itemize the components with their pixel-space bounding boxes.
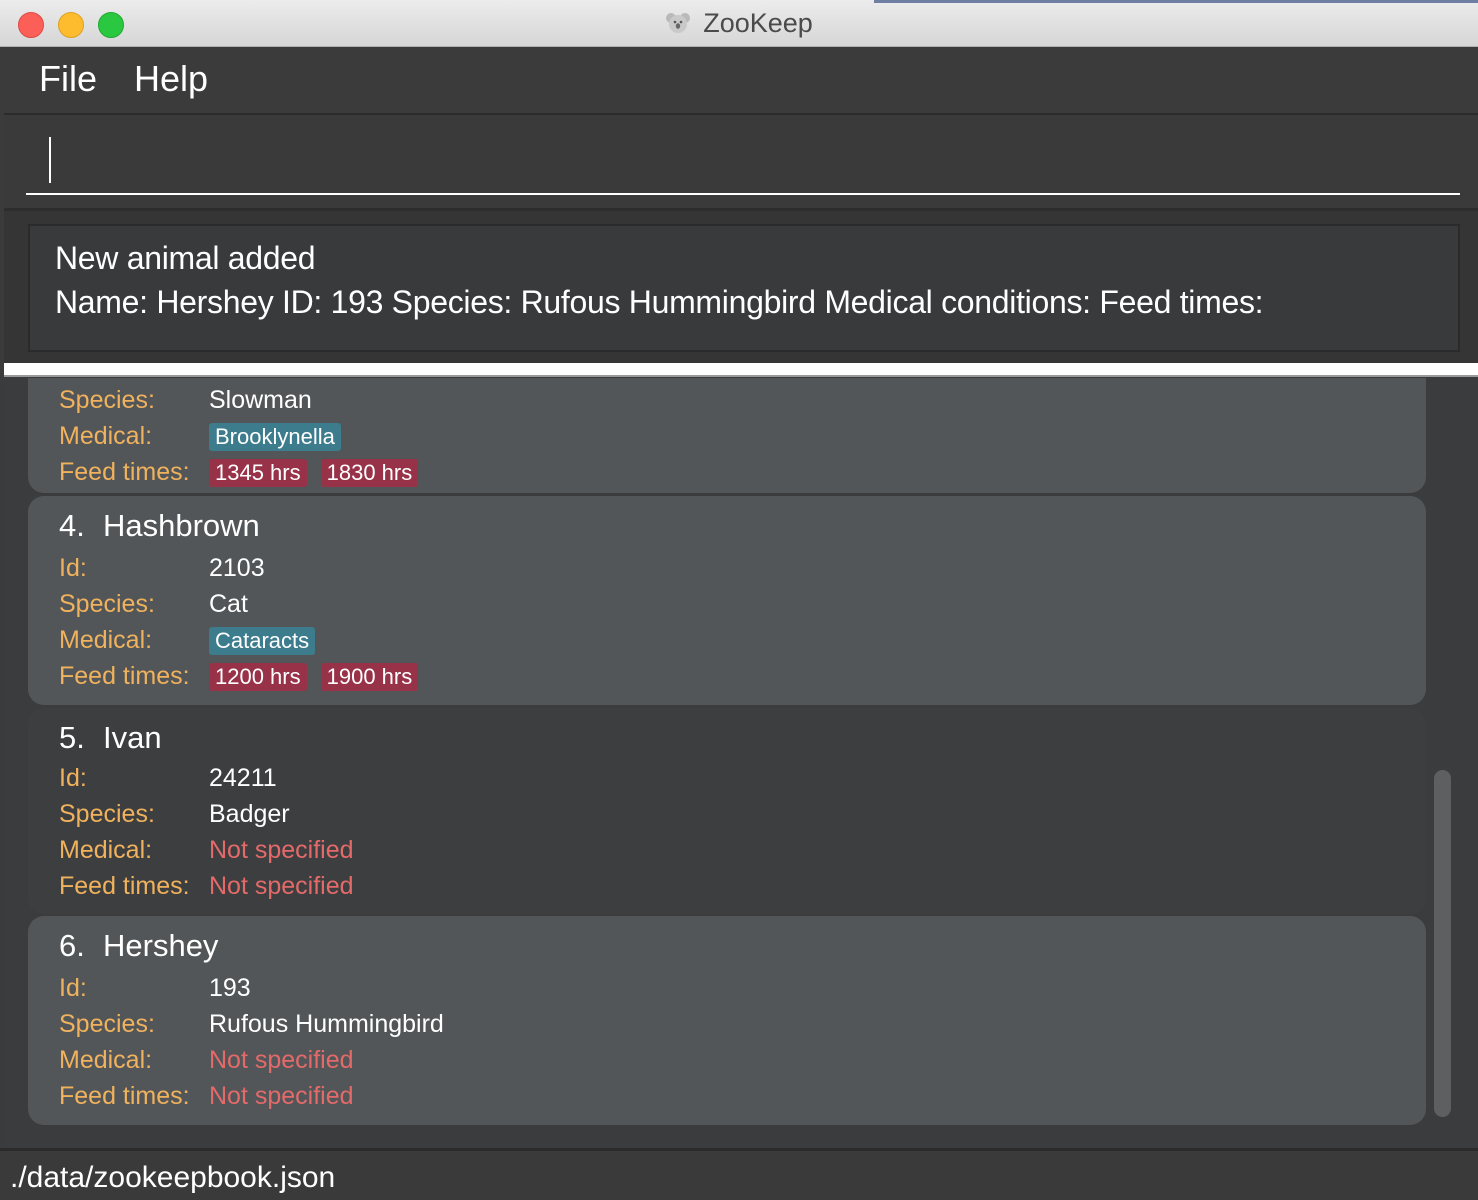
scrollbar-thumb[interactable] <box>1434 770 1451 1117</box>
id-label: Id: <box>59 554 87 582</box>
animal-title: 5. Ivan <box>59 720 162 756</box>
feed-tags: 1345 hrs 1830 hrs <box>209 456 432 488</box>
feed-not-specified: Not specified <box>209 872 354 900</box>
species-label: Species: <box>59 386 155 414</box>
result-display: New animal added Name: Hershey ID: 193 S… <box>28 224 1460 352</box>
feed-tag: 1200 hrs <box>209 663 307 692</box>
medical-not-specified: Not specified <box>209 1046 354 1074</box>
result-line-2: Name: Hershey ID: 193 Species: Rufous Hu… <box>55 284 1264 320</box>
medical-label: Medical: <box>59 422 153 450</box>
animal-name: Ivan <box>103 720 162 755</box>
species-value: Slowman <box>209 386 312 414</box>
species-label: Species: <box>59 800 155 828</box>
feed-tags: 1200 hrs 1900 hrs <box>209 660 432 692</box>
status-bar: ./data/zookeepbook.json <box>0 1148 1478 1200</box>
feed-tag: 1900 hrs <box>320 663 419 692</box>
feed-label: Feed times: <box>59 458 190 486</box>
feed-label: Feed times: <box>59 872 190 900</box>
species-value: Rufous Hummingbird <box>209 1010 444 1038</box>
menu-bar: File Help <box>4 47 1478 115</box>
animal-name: Hashbrown <box>103 508 260 543</box>
medical-label: Medical: <box>59 836 153 864</box>
input-underline <box>26 193 1460 195</box>
window-title: ZooKeep <box>703 7 813 38</box>
panel-divider[interactable] <box>4 363 1478 377</box>
id-value: 2103 <box>209 554 265 582</box>
command-input[interactable] <box>26 125 1460 193</box>
id-value: 24211 <box>209 764 277 792</box>
save-file-path: ./data/zookeepbook.json <box>10 1161 336 1194</box>
animal-card[interactable]: 4. Hashbrown Id: 2103 Species: Cat Medica… <box>28 496 1426 705</box>
command-box <box>4 115 1478 211</box>
animal-card[interactable]: 5. Ivan Id: 24211 Species: Badger Medical… <box>28 708 1426 914</box>
title-wrap: ZooKeep <box>0 0 1478 46</box>
animal-title: 4. Hashbrown <box>59 508 260 544</box>
menu-help[interactable]: Help <box>134 58 208 100</box>
medical-label: Medical: <box>59 626 153 654</box>
title-bar: ZooKeep <box>0 0 1478 47</box>
medical-tags: Brooklynella <box>209 420 355 452</box>
feed-label: Feed times: <box>59 662 190 690</box>
species-value: Badger <box>209 800 290 828</box>
medical-tag: Cataracts <box>209 627 316 656</box>
medical-label: Medical: <box>59 1046 153 1074</box>
feed-tag: 1345 hrs <box>209 459 307 488</box>
id-label: Id: <box>59 974 87 1002</box>
feed-label: Feed times: <box>59 1082 190 1110</box>
animal-list[interactable]: Species: Slowman Medical: Brooklynella F… <box>4 378 1478 1148</box>
animal-title: 6. Hershey <box>59 928 218 964</box>
animal-index: 4. <box>59 508 85 543</box>
result-line-1: New animal added <box>55 240 316 276</box>
animal-name: Hershey <box>103 928 219 963</box>
feed-tag: 1830 hrs <box>320 459 419 488</box>
medical-tags: Cataracts <box>209 624 329 656</box>
animal-card[interactable]: Species: Slowman Medical: Brooklynella F… <box>28 378 1426 493</box>
species-value: Cat <box>209 590 248 618</box>
id-label: Id: <box>59 764 87 792</box>
menu-file[interactable]: File <box>39 58 97 100</box>
id-value: 193 <box>209 974 251 1002</box>
text-caret <box>49 137 51 183</box>
medical-tag: Brooklynella <box>209 423 341 452</box>
animal-index: 6. <box>59 928 85 963</box>
animal-card[interactable]: 6. Hershey Id: 193 Species: Rufous Hummin… <box>28 916 1426 1125</box>
medical-not-specified: Not specified <box>209 836 354 864</box>
result-panel: New animal added Name: Hershey ID: 193 S… <box>4 211 1478 363</box>
species-label: Species: <box>59 590 155 618</box>
feed-not-specified: Not specified <box>209 1082 354 1110</box>
species-label: Species: <box>59 1010 155 1038</box>
animal-index: 5. <box>59 720 85 755</box>
koala-icon <box>666 13 691 33</box>
